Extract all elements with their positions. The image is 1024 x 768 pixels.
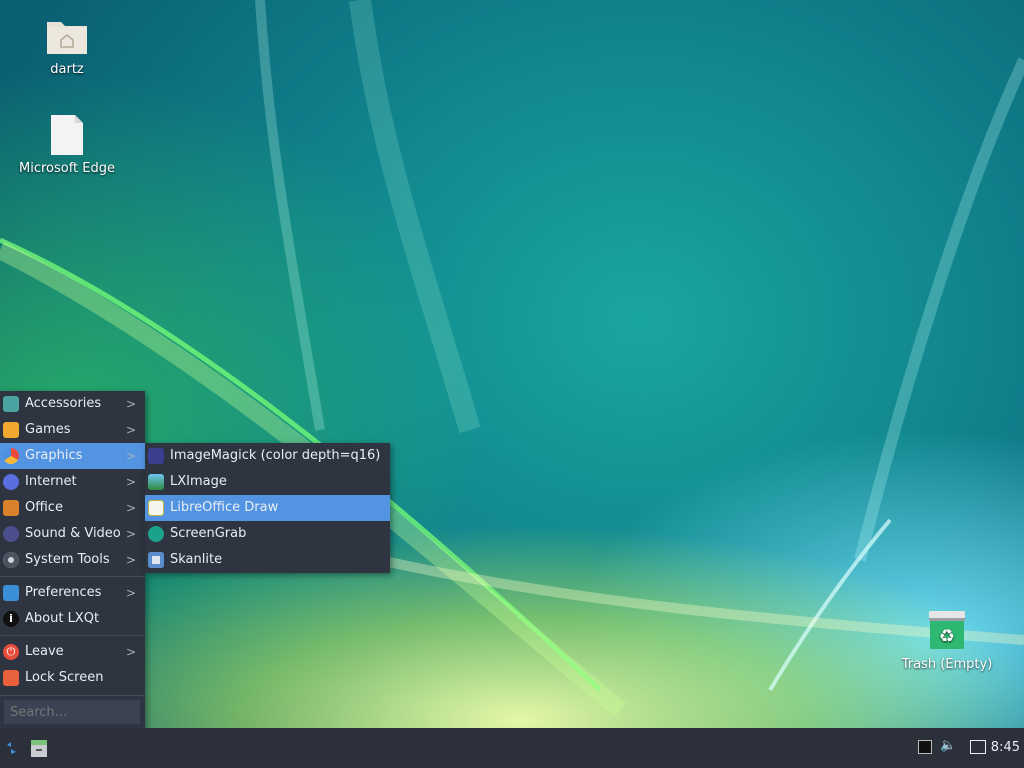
skanlite-icon [148, 552, 164, 568]
lximage-icon [148, 474, 164, 490]
menu-item-lock-screen[interactable]: Lock Screen [0, 665, 145, 691]
chevron-right-icon: > [125, 449, 136, 463]
sound-video-icon [3, 526, 19, 542]
screengrab-icon [148, 526, 164, 542]
chevron-right-icon: > [125, 527, 136, 541]
desktop-icon-edge[interactable]: Microsoft Edge [17, 113, 117, 176]
file-cabinet-icon [31, 740, 47, 757]
chevron-right-icon: > [125, 397, 136, 411]
menu-item-about-lxqt[interactable]: i About LXQt [0, 606, 145, 632]
menu-item-sound-video[interactable]: Sound & Video > [0, 521, 145, 547]
chevron-right-icon: > [125, 475, 136, 489]
accessories-icon [3, 396, 19, 412]
menu-search-input[interactable] [4, 700, 140, 724]
submenu-item-lximage[interactable]: LXImage [145, 469, 390, 495]
chevron-right-icon: > [125, 423, 136, 437]
home-folder-icon [45, 14, 89, 58]
menu-item-system-tools[interactable]: System Tools > [0, 547, 145, 573]
desktop-icon-label: Trash (Empty) [901, 657, 993, 672]
submenu-item-imagemagick[interactable]: ImageMagick (color depth=q16) [145, 443, 390, 469]
menu-item-graphics[interactable]: Graphics > [0, 443, 145, 469]
network-icon[interactable] [970, 740, 986, 754]
lock-icon [3, 670, 19, 686]
libreoffice-draw-icon [148, 500, 164, 516]
clock[interactable]: 8:45 [991, 728, 1020, 768]
taskbar: 🔈 8:45 [0, 728, 1024, 768]
trash-icon: ♻ [925, 609, 969, 653]
svg-text:♻: ♻ [939, 626, 955, 647]
menu-item-accessories[interactable]: Accessories > [0, 391, 145, 417]
games-icon [3, 422, 19, 438]
power-icon: ⏻ [3, 644, 19, 660]
chevron-right-icon: > [125, 586, 136, 600]
office-icon [3, 500, 19, 516]
start-menu-button[interactable] [4, 740, 20, 756]
chevron-right-icon: > [125, 553, 136, 567]
submenu-item-libreoffice-draw[interactable]: LibreOffice Draw [145, 495, 390, 521]
menu-item-leave[interactable]: ⏻ Leave > [0, 639, 145, 665]
desktop-icon-label: Microsoft Edge [18, 161, 115, 176]
graphics-icon [3, 448, 19, 464]
file-icon [45, 113, 89, 157]
application-menu: Accessories > Games > Graphics > Interne… [0, 391, 145, 728]
menu-divider [0, 635, 145, 636]
internet-icon [3, 474, 19, 490]
menu-item-games[interactable]: Games > [0, 417, 145, 443]
submenu-item-screengrab[interactable]: ScreenGrab [145, 521, 390, 547]
chevron-right-icon: > [125, 645, 136, 659]
desktop-icon-label: dartz [50, 62, 84, 77]
volume-icon[interactable]: 🔈 [940, 738, 956, 753]
preferences-icon [3, 585, 19, 601]
graphics-submenu: ImageMagick (color depth=q16) LXImage Li… [145, 443, 390, 573]
tray-screenshot-icon[interactable] [918, 740, 932, 754]
info-icon: i [3, 611, 19, 627]
menu-item-preferences[interactable]: Preferences > [0, 580, 145, 606]
menu-divider [0, 695, 145, 696]
menu-item-office[interactable]: Office > [0, 495, 145, 521]
system-tools-icon [3, 552, 19, 568]
lxqt-logo-icon [7, 742, 16, 754]
submenu-item-skanlite[interactable]: Skanlite [145, 547, 390, 573]
desktop-icon-trash[interactable]: ♻ Trash (Empty) [897, 609, 997, 672]
chevron-right-icon: > [125, 501, 136, 515]
file-manager-launcher[interactable] [30, 740, 48, 757]
desktop-icon-home[interactable]: dartz [17, 14, 117, 77]
menu-item-internet[interactable]: Internet > [0, 469, 145, 495]
menu-divider [0, 576, 145, 577]
imagemagick-icon [148, 448, 164, 464]
wallpaper-streaks [0, 0, 1024, 717]
